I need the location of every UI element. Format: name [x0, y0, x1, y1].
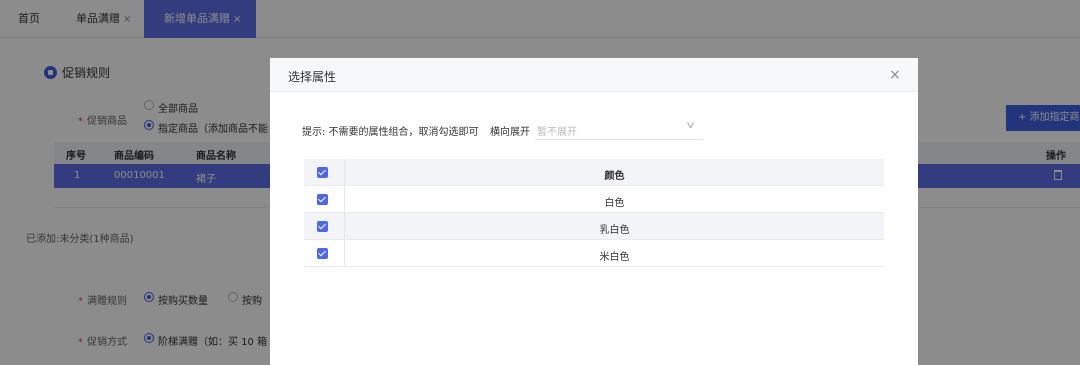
attribute-table-header: 颜色	[304, 159, 884, 186]
attribute-table: 颜色 白色 乳白色 米白色	[304, 159, 884, 267]
row-checkbox[interactable]	[317, 248, 328, 259]
close-icon[interactable]: ×	[889, 67, 901, 83]
select-attributes-dialog: 选择属性 × 提示: 不需要的属性组合，取消勾选即可 横向展开 暂不展开 ∨ 颜…	[270, 58, 918, 365]
table-row[interactable]: 米白色	[304, 240, 884, 267]
select-all-checkbox[interactable]	[317, 167, 328, 178]
color-value: 白色	[604, 198, 625, 209]
color-value: 米白色	[599, 252, 630, 263]
expand-label: 横向展开	[490, 127, 530, 138]
expand-select[interactable]: 暂不展开 ∨	[535, 116, 703, 140]
table-row[interactable]: 白色	[304, 186, 884, 213]
column-color: 颜色	[604, 171, 625, 182]
row-checkbox[interactable]	[317, 194, 328, 205]
dialog-title: 选择属性	[288, 70, 337, 84]
chevron-down-icon: ∨	[684, 120, 697, 131]
row-checkbox[interactable]	[317, 221, 328, 232]
table-row[interactable]: 乳白色	[304, 213, 884, 240]
hint-text: 提示: 不需要的属性组合，取消勾选即可	[302, 127, 479, 138]
color-value: 乳白色	[599, 225, 630, 236]
expand-select-value: 暂不展开	[537, 127, 577, 138]
dialog-header: 选择属性 ×	[270, 58, 918, 92]
